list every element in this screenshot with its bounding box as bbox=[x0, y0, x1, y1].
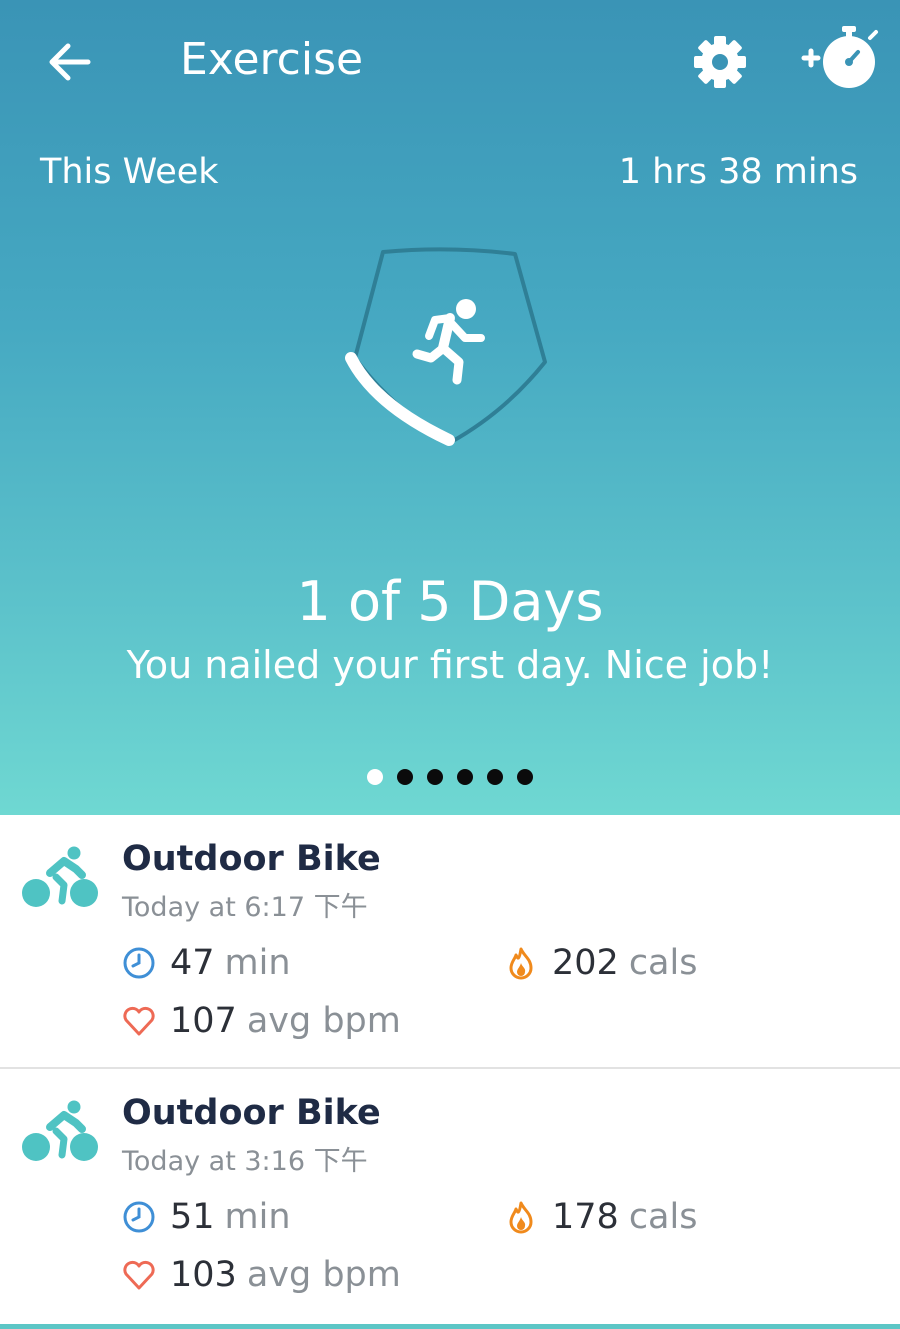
duration-stat: 47 min bbox=[122, 943, 291, 983]
running-person-icon bbox=[412, 299, 485, 385]
clock-icon bbox=[123, 1201, 155, 1233]
calories-value: 202 bbox=[552, 943, 619, 983]
flame-icon bbox=[509, 1201, 533, 1234]
calories-value: 178 bbox=[552, 1197, 619, 1237]
weekly-total-duration: 1 hrs 38 mins bbox=[618, 152, 858, 192]
calories-unit: cals bbox=[628, 1197, 698, 1237]
exercise-name: Outdoor Bike bbox=[122, 1093, 381, 1133]
exercise-name: Outdoor Bike bbox=[122, 839, 381, 879]
weekly-progress-badge[interactable] bbox=[335, 240, 565, 460]
heart-icon bbox=[123, 1260, 155, 1290]
exercise-list: Outdoor Bike Today at 6:17 下午 47 min 202… bbox=[0, 815, 900, 1329]
days-progress-title: 1 of 5 Days bbox=[296, 570, 604, 633]
encouragement-message: You nailed your first day. Nice job! bbox=[126, 643, 774, 687]
badge-outline bbox=[353, 247, 547, 444]
heart-rate-value: 107 bbox=[170, 1001, 237, 1041]
page-dot-1[interactable] bbox=[367, 769, 383, 785]
heart-icon bbox=[123, 1006, 155, 1036]
bike-icon bbox=[22, 1100, 98, 1161]
page-indicator bbox=[0, 769, 900, 787]
gear-icon bbox=[694, 36, 746, 88]
heart-rate-unit: avg bpm bbox=[246, 1001, 401, 1041]
duration-unit: min bbox=[224, 1197, 291, 1237]
settings-button[interactable] bbox=[690, 32, 750, 92]
exercise-summary-header: Exercise This Week 1 hrs 38 mins 1 of 5 … bbox=[0, 0, 900, 815]
bike-icon bbox=[22, 846, 98, 907]
clock-icon bbox=[123, 947, 155, 979]
page-title: Exercise bbox=[180, 34, 364, 85]
exercise-list-item[interactable]: Outdoor Bike Today at 6:17 下午 47 min 202… bbox=[0, 815, 900, 1069]
page-dot-5[interactable] bbox=[487, 769, 503, 785]
period-label: This Week bbox=[40, 152, 219, 192]
heart-rate-unit: avg bpm bbox=[246, 1255, 401, 1295]
duration-stat: 51 min bbox=[122, 1197, 291, 1237]
arrow-left-icon bbox=[49, 43, 91, 81]
stopwatch-plus-icon bbox=[801, 26, 878, 88]
page-dot-4[interactable] bbox=[457, 769, 473, 785]
duration-value: 47 bbox=[170, 943, 215, 983]
exercise-list-item[interactable]: Outdoor Bike Today at 3:16 下午 51 min 178… bbox=[0, 1069, 900, 1329]
calories-unit: cals bbox=[628, 943, 698, 983]
add-exercise-timer-button[interactable] bbox=[798, 22, 884, 92]
exercise-time: Today at 6:17 下午 bbox=[122, 892, 368, 923]
heart-rate-stat: 107 avg bpm bbox=[122, 1001, 401, 1041]
exercise-time: Today at 3:16 下午 bbox=[122, 1146, 368, 1177]
flame-icon bbox=[509, 947, 533, 980]
duration-unit: min bbox=[224, 943, 291, 983]
heart-rate-value: 103 bbox=[170, 1255, 237, 1295]
page-dot-2[interactable] bbox=[397, 769, 413, 785]
calories-stat: 178 cals bbox=[504, 1197, 697, 1237]
duration-value: 51 bbox=[170, 1197, 215, 1237]
top-bar: Exercise bbox=[0, 0, 900, 120]
calories-stat: 202 cals bbox=[504, 943, 697, 983]
back-button[interactable] bbox=[44, 38, 96, 86]
page-dot-3[interactable] bbox=[427, 769, 443, 785]
heart-rate-stat: 103 avg bpm bbox=[122, 1255, 401, 1295]
page-dot-6[interactable] bbox=[517, 769, 533, 785]
